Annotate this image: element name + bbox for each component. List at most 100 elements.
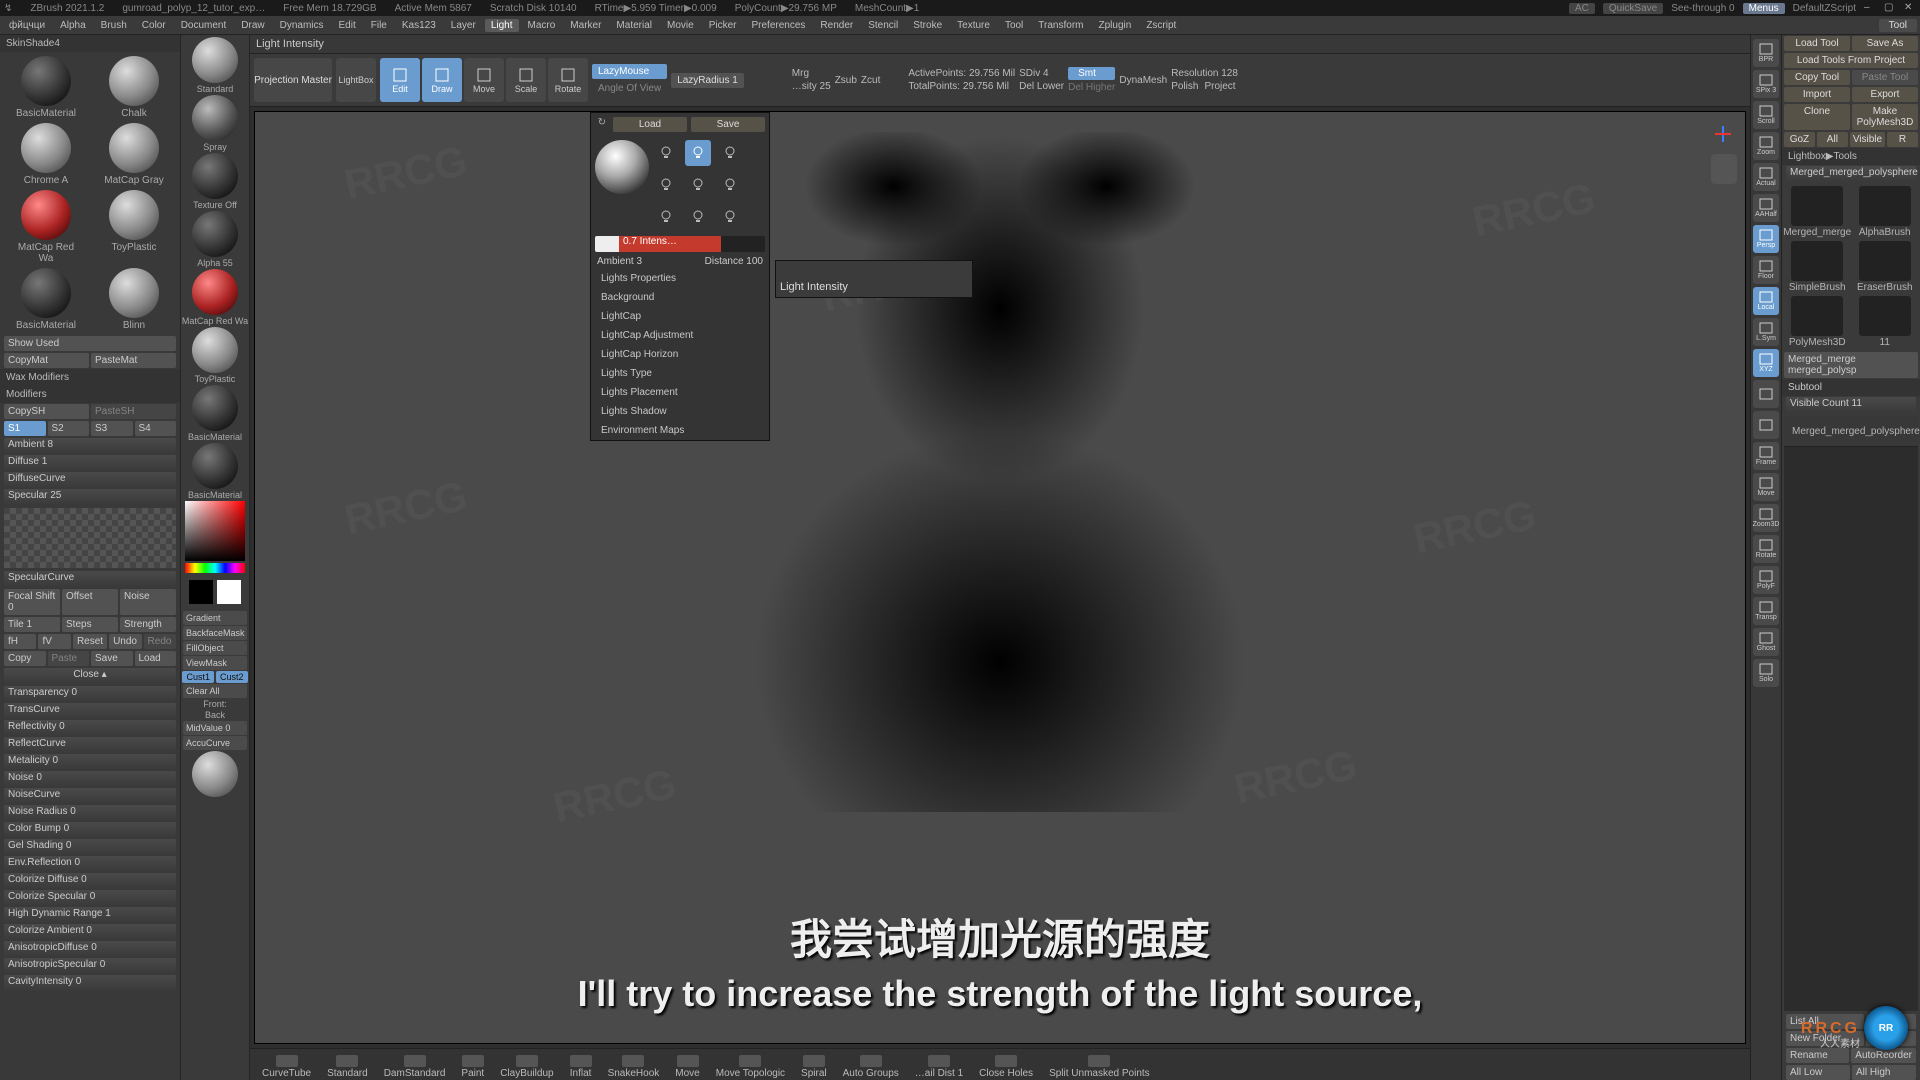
- quickpick-matcap red wa[interactable]: [192, 269, 238, 315]
- brush-move topologic[interactable]: Move Topologic: [716, 1055, 785, 1079]
- nav-local[interactable]: Local: [1753, 287, 1779, 315]
- swatch-white[interactable]: [217, 580, 241, 604]
- make polymesh3d-button[interactable]: Make PolyMesh3D: [1852, 104, 1918, 130]
- nav-zoom3d[interactable]: Zoom3D: [1753, 504, 1779, 532]
- quickpick-basicmaterial[interactable]: [192, 385, 238, 431]
- clear-all-button[interactable]: Clear All: [183, 684, 247, 698]
- light-slot-4[interactable]: [653, 172, 679, 198]
- current-tool-name[interactable]: Merged_merged_polysphere: [1786, 166, 1916, 182]
- autoreorder-button[interactable]: AutoReorder: [1851, 1048, 1916, 1063]
- viewport[interactable]: RRCG RRCG RRCG RRCG RRCG RRCG RRCG ↻ Loa…: [254, 111, 1746, 1044]
- light-slot-1[interactable]: [653, 140, 679, 166]
- nav-floor[interactable]: Floor: [1753, 256, 1779, 284]
- offset-slider[interactable]: Offset: [62, 589, 118, 615]
- draw-mode-button[interactable]: Draw: [422, 58, 462, 102]
- light-ambient-slider[interactable]: Ambient 3: [597, 256, 642, 267]
- nav-l.sym[interactable]: L.Sym: [1753, 318, 1779, 346]
- slider-noisecurve[interactable]: NoiseCurve: [4, 788, 176, 804]
- seethrough-slider[interactable]: See-through 0: [1671, 3, 1734, 14]
- menu-draw[interactable]: Draw: [235, 19, 270, 32]
- menu-фйцчци[interactable]: фйцчци: [3, 19, 51, 32]
- close-section[interactable]: Close ▴: [4, 668, 176, 684]
- menu-dynamics[interactable]: Dynamics: [274, 19, 330, 32]
- minimize-icon[interactable]: –: [1864, 2, 1876, 14]
- light-section-lights type[interactable]: Lights Type: [591, 364, 769, 383]
- strength-slider[interactable]: Strength: [120, 617, 176, 632]
- menu-brush[interactable]: Brush: [95, 19, 133, 32]
- rename-button[interactable]: Rename: [1786, 1048, 1849, 1063]
- menus-toggle[interactable]: Menus: [1743, 3, 1785, 14]
- hue-strip[interactable]: [185, 563, 245, 573]
- axis-gizmo[interactable]: [1709, 120, 1737, 148]
- nav-persp[interactable]: Persp: [1753, 225, 1779, 253]
- nav-rotate[interactable]: Rotate: [1753, 535, 1779, 563]
- material-matcap gray[interactable]: [109, 123, 159, 173]
- nav-bpr[interactable]: BPR: [1753, 39, 1779, 67]
- nav-blank[interactable]: [1753, 380, 1779, 408]
- brush-spiral[interactable]: Spiral: [801, 1055, 827, 1079]
- brush-move[interactable]: Move: [675, 1055, 699, 1079]
- refresh-icon[interactable]: ↻: [595, 117, 609, 132]
- slider-transcurve[interactable]: TransCurve: [4, 703, 176, 719]
- brush-split unmasked points[interactable]: Split Unmasked Points: [1049, 1055, 1150, 1079]
- slider-anisotropicdiffuse[interactable]: AnisotropicDiffuse 0: [4, 941, 176, 957]
- menu-picker[interactable]: Picker: [703, 19, 743, 32]
- copy tool-button[interactable]: Copy Tool: [1784, 70, 1850, 85]
- preview-ball[interactable]: [192, 751, 238, 797]
- fv-button[interactable]: fV: [38, 634, 70, 649]
- menu-marker[interactable]: Marker: [564, 19, 607, 32]
- polish-toggle[interactable]: Polish: [1171, 81, 1198, 92]
- tool-thumb-eraserbrush[interactable]: [1859, 241, 1911, 281]
- show-used-button[interactable]: Show Used: [4, 336, 176, 351]
- light-preview-sphere[interactable]: [595, 140, 649, 194]
- all-button[interactable]: All: [1817, 132, 1848, 147]
- menu-tool[interactable]: Tool: [1879, 19, 1917, 32]
- cust1-button[interactable]: Cust1: [182, 671, 214, 683]
- shader-s3[interactable]: S3: [91, 421, 133, 436]
- paste-button[interactable]: Paste: [48, 651, 90, 666]
- light-slot-2[interactable]: [685, 140, 711, 166]
- tool-thumb-simplebrush[interactable]: [1791, 241, 1843, 281]
- import-button[interactable]: Import: [1784, 87, 1850, 102]
- menu-kas123[interactable]: Kas123: [396, 19, 442, 32]
- slider-color[interactable]: Color Bump 0: [4, 822, 176, 838]
- shader-s4[interactable]: S4: [135, 421, 177, 436]
- light-slot-6[interactable]: [717, 172, 743, 198]
- goz-button[interactable]: GoZ: [1784, 132, 1815, 147]
- export-button[interactable]: Export: [1852, 87, 1918, 102]
- menu-movie[interactable]: Movie: [661, 19, 700, 32]
- del-higher-button[interactable]: Del Higher: [1068, 82, 1115, 93]
- menu-alpha[interactable]: Alpha: [54, 19, 92, 32]
- shader-s2[interactable]: S2: [48, 421, 90, 436]
- brush-…ail dist 1[interactable]: …ail Dist 1: [915, 1055, 963, 1079]
- menu-file[interactable]: File: [365, 19, 393, 32]
- brush-auto groups[interactable]: Auto Groups: [843, 1055, 899, 1079]
- menu-edit[interactable]: Edit: [333, 19, 362, 32]
- quickpick-basicmaterial[interactable]: [192, 443, 238, 489]
- nav-transp[interactable]: Transp: [1753, 597, 1779, 625]
- slider-diffuse[interactable]: Diffuse 1: [4, 455, 176, 471]
- rotate-mode-button[interactable]: Rotate: [548, 58, 588, 102]
- slider-colorize[interactable]: Colorize Specular 0: [4, 890, 176, 906]
- slider-colorize[interactable]: Colorize Diffuse 0: [4, 873, 176, 889]
- nav-blank[interactable]: [1753, 411, 1779, 439]
- zcut-label[interactable]: Zcut: [861, 75, 880, 86]
- quickpick-texture off[interactable]: [192, 153, 238, 199]
- brush-claybuildup[interactable]: ClayBuildup: [500, 1055, 553, 1079]
- focal-shift-slider[interactable]: Focal Shift 0: [4, 589, 60, 615]
- tool-thumb-polymesh3d[interactable]: [1791, 296, 1843, 336]
- lightbox-tools-link[interactable]: Lightbox▶Tools: [1782, 148, 1920, 165]
- tool-thumb-alphabrush[interactable]: [1859, 186, 1911, 226]
- menu-stroke[interactable]: Stroke: [907, 19, 948, 32]
- light-section-lightcap horizon[interactable]: LightCap Horizon: [591, 345, 769, 364]
- swatch-black[interactable]: [189, 580, 213, 604]
- menu-texture[interactable]: Texture: [951, 19, 996, 32]
- subtool-header[interactable]: Subtool: [1788, 382, 1822, 393]
- shader-header[interactable]: SkinShade4: [0, 35, 180, 52]
- light-section-lights properties[interactable]: Lights Properties: [591, 269, 769, 288]
- tool-thumb-merged_merge[interactable]: [1791, 186, 1843, 226]
- menu-zplugin[interactable]: Zplugin: [1093, 19, 1138, 32]
- dynamesh-button[interactable]: DynaMesh: [1119, 75, 1167, 86]
- material-chrome a[interactable]: [21, 123, 71, 173]
- tool-thumb-count[interactable]: [1859, 296, 1911, 336]
